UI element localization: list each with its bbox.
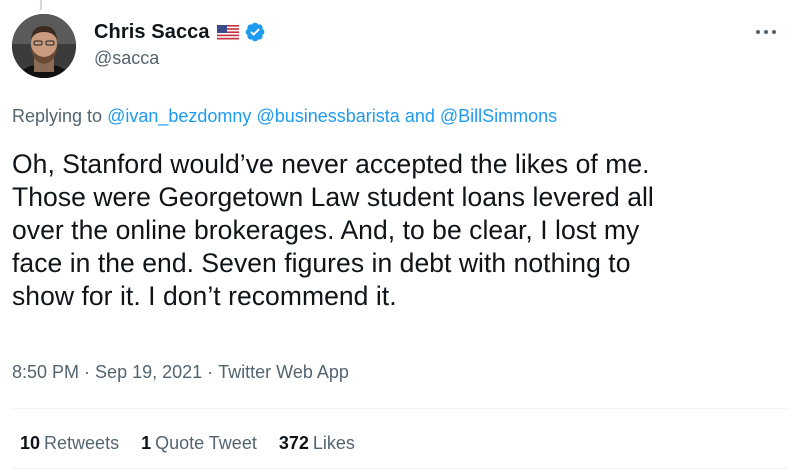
likes-stat[interactable]: 372 Likes	[279, 433, 355, 454]
engagement-stats: 10 Retweets 1 Quote Tweet 372 Likes	[20, 433, 377, 454]
quote-tweets-stat[interactable]: 1 Quote Tweet	[141, 433, 257, 454]
likes-label: Likes	[312, 433, 355, 453]
author-handle[interactable]: @sacca	[94, 48, 266, 69]
more-options-button[interactable]	[752, 22, 780, 42]
separator-dot: ·	[207, 362, 214, 382]
avatar[interactable]	[12, 14, 76, 78]
author-display-name[interactable]: Chris Sacca	[94, 21, 210, 44]
retweets-stat[interactable]: 10 Retweets	[20, 433, 119, 454]
us-flag-icon	[216, 24, 239, 40]
tweet-date-link[interactable]: Sep 19, 2021	[95, 362, 202, 382]
replying-to-prefix: Replying to	[12, 106, 103, 126]
quote-tweets-label: Quote Tweet	[155, 433, 257, 453]
divider	[12, 408, 788, 409]
tweet-source-link[interactable]: Twitter Web App	[218, 362, 349, 382]
tweet-header: Chris Sacca @sacca	[12, 12, 788, 82]
tweet-metadata: 8:50 PM · Sep 19, 2021 · Twitter Web App	[12, 362, 349, 383]
retweets-label: Retweets	[44, 433, 120, 453]
retweets-count: 10	[20, 433, 41, 453]
mention-link-ivan-bezdomny[interactable]: @ivan_bezdomny	[107, 106, 251, 126]
mention-link-billsimmons[interactable]: @BillSimmons	[440, 106, 557, 126]
replying-to-line: Replying to @ivan_bezdomny @businessbari…	[12, 106, 557, 127]
verified-badge-icon	[244, 21, 266, 43]
separator-dot: ·	[84, 362, 91, 382]
more-options-icon	[756, 30, 776, 34]
avatar-image	[12, 14, 76, 78]
likes-count: 372	[278, 433, 309, 453]
divider	[12, 468, 788, 469]
quote-tweets-count: 1	[141, 433, 152, 453]
thread-connector-line	[40, 0, 42, 10]
author-info: Chris Sacca @sacca	[94, 20, 266, 69]
tweet-text: Oh, Stanford would’ve never accepted the…	[12, 149, 654, 311]
tweet-time-link[interactable]: 8:50 PM	[12, 362, 79, 382]
author-name-row: Chris Sacca	[94, 20, 266, 44]
mention-link-businessbarista[interactable]: @businessbarista	[256, 106, 399, 126]
mention-conjunction: and	[404, 106, 435, 126]
